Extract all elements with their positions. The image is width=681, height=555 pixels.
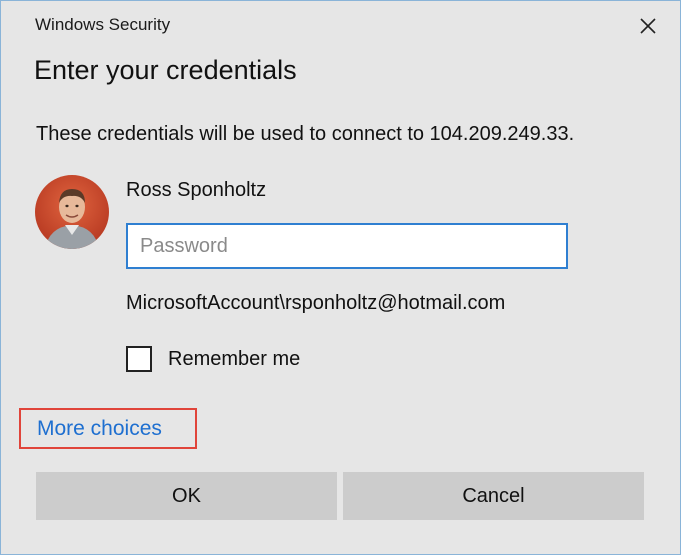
ok-button[interactable]: OK xyxy=(36,472,337,520)
dialog-heading: Enter your credentials xyxy=(34,55,297,85)
more-choices-link[interactable]: More choices xyxy=(19,408,197,449)
remember-me-checkbox[interactable]: Remember me xyxy=(126,346,300,372)
cancel-button[interactable]: Cancel xyxy=(343,472,644,520)
close-icon xyxy=(640,18,656,34)
user-avatar xyxy=(35,175,109,249)
window-title: Windows Security xyxy=(35,15,171,34)
close-button[interactable] xyxy=(633,11,663,41)
credentials-dialog: Windows Security Enter your credentials … xyxy=(0,0,681,555)
remember-me-label: Remember me xyxy=(168,347,301,370)
user-display-name: Ross Sponholtz xyxy=(126,179,267,201)
checkbox-box[interactable] xyxy=(126,346,152,372)
password-input[interactable] xyxy=(126,223,568,269)
more-choices-label: More choices xyxy=(37,416,162,440)
connection-info-text: These credentials will be used to connec… xyxy=(36,123,575,145)
account-name: MicrosoftAccount\rsponholtz@hotmail.com xyxy=(126,292,506,314)
user-photo-icon xyxy=(35,175,109,249)
